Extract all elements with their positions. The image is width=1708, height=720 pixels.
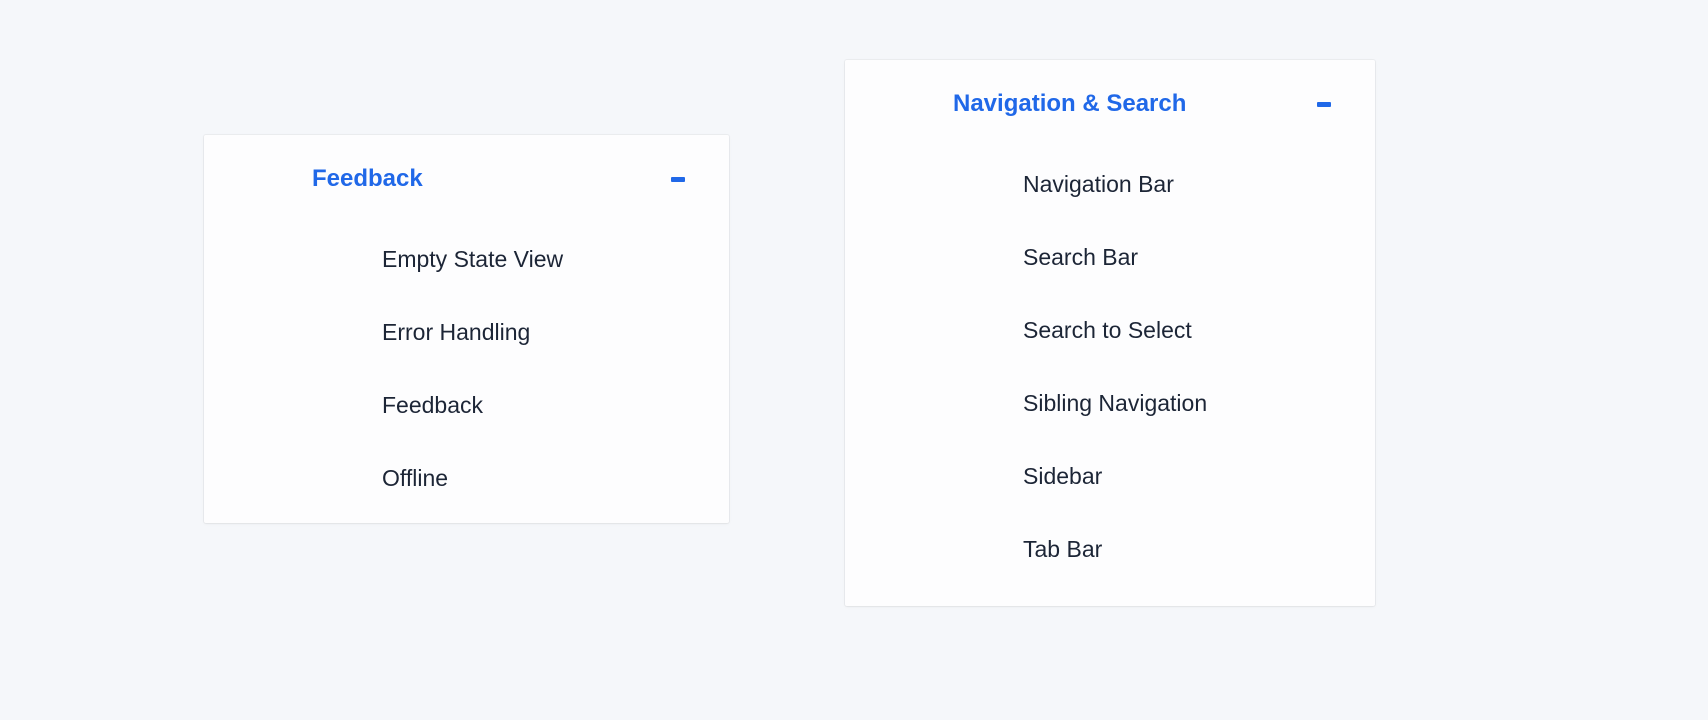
panel-title: Navigation & Search	[953, 90, 1186, 118]
panel-feedback: Feedback Empty State View Error Handling…	[204, 135, 729, 523]
list-item[interactable]: Offline	[382, 442, 689, 515]
list-item[interactable]: Empty State View	[382, 223, 689, 296]
panel-title: Feedback	[312, 165, 423, 193]
panel-items-navigation: Navigation Bar Search Bar Search to Sele…	[845, 148, 1375, 586]
list-item[interactable]: Search Bar	[1023, 221, 1335, 294]
list-item[interactable]: Feedback	[382, 369, 689, 442]
panel-items-feedback: Empty State View Error Handling Feedback…	[204, 223, 729, 515]
list-item[interactable]: Tab Bar	[1023, 513, 1335, 586]
panel-navigation-search: Navigation & Search Navigation Bar Searc…	[845, 60, 1375, 606]
list-item[interactable]: Sidebar	[1023, 440, 1335, 513]
panel-header-feedback[interactable]: Feedback	[204, 135, 729, 223]
collapse-icon	[1317, 102, 1331, 107]
list-item[interactable]: Search to Select	[1023, 294, 1335, 367]
collapse-icon	[671, 177, 685, 182]
list-item[interactable]: Navigation Bar	[1023, 148, 1335, 221]
list-item[interactable]: Sibling Navigation	[1023, 367, 1335, 440]
list-item[interactable]: Error Handling	[382, 296, 689, 369]
panel-header-navigation[interactable]: Navigation & Search	[845, 60, 1375, 148]
